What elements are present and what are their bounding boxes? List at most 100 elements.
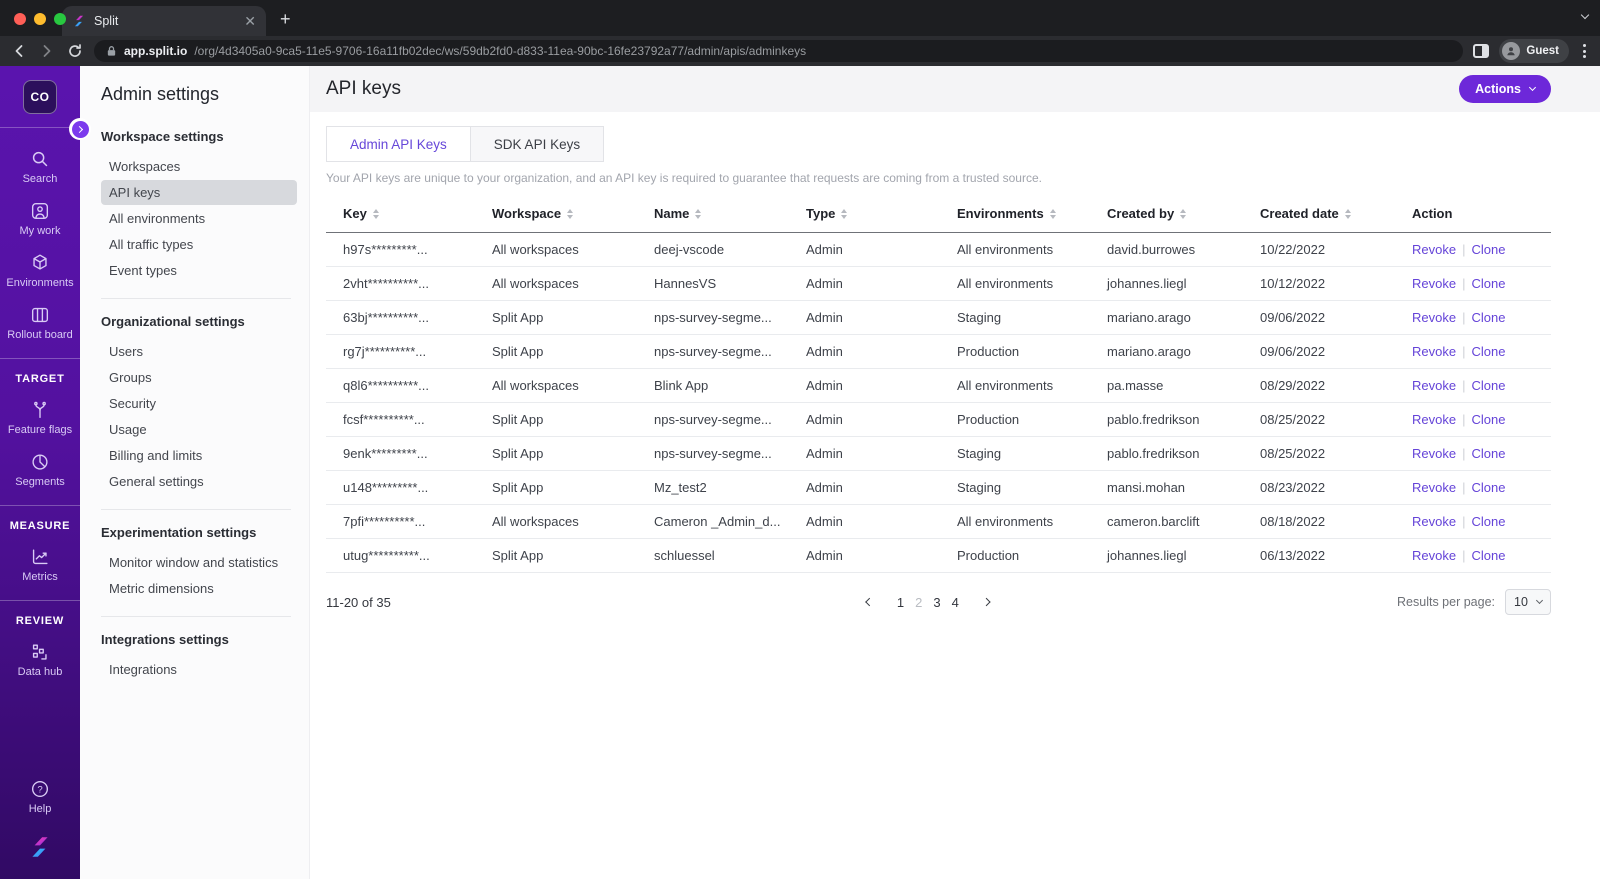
sort-icon[interactable] <box>695 208 702 219</box>
cell-key: fcsf**********... <box>343 412 425 427</box>
sidebar-item-all-environments[interactable]: All environments <box>101 206 297 231</box>
column-header-workspace[interactable]: Workspace <box>475 200 637 232</box>
cell-type: Admin <box>806 344 843 359</box>
search-icon <box>29 148 51 170</box>
sidebar-item-data-hub[interactable]: Data hub <box>18 641 62 678</box>
tab-sdk-api-keys[interactable]: SDK API Keys <box>469 126 605 162</box>
new-tab-button[interactable]: + <box>280 9 291 30</box>
results-per-page-select[interactable]: 10 <box>1505 589 1551 615</box>
browser-menu-icon[interactable] <box>1579 44 1590 58</box>
sidebar-item-segments[interactable]: Segments <box>15 451 65 488</box>
org-logo[interactable]: CO <box>23 80 57 114</box>
sidebar-item-billing-and-limits[interactable]: Billing and limits <box>101 443 297 468</box>
sidebar-item-security[interactable]: Security <box>101 391 297 416</box>
tab-search-chevron-icon[interactable] <box>1580 10 1590 20</box>
sidebar-item-all-traffic-types[interactable]: All traffic types <box>101 232 297 257</box>
sort-icon[interactable] <box>567 208 574 219</box>
url-bar[interactable]: app.split.io/org/4d3405a0-9ca5-11e5-9706… <box>94 40 1464 62</box>
column-header-created-date[interactable]: Created date <box>1243 200 1395 232</box>
sort-icon[interactable] <box>1049 208 1056 219</box>
page-4[interactable]: 4 <box>952 595 959 610</box>
table-header-row: Key Workspace Name Type Environments Created … <box>326 200 1551 233</box>
close-window-button[interactable] <box>14 13 26 25</box>
sidebar-item-users[interactable]: Users <box>101 339 297 364</box>
divider <box>0 505 80 506</box>
revoke-link[interactable]: Revoke <box>1412 514 1456 529</box>
sidebar-item-search[interactable]: Search <box>23 148 57 185</box>
column-header-created-by[interactable]: Created by <box>1090 200 1243 232</box>
profile-button[interactable]: Guest <box>1499 39 1569 63</box>
zoom-window-button[interactable] <box>54 13 66 25</box>
tab-close-icon[interactable]: ✕ <box>244 14 256 28</box>
revoke-link[interactable]: Revoke <box>1412 344 1456 359</box>
clone-link[interactable]: Clone <box>1471 242 1505 257</box>
sidebar-item-groups[interactable]: Groups <box>101 365 297 390</box>
column-header-environments[interactable]: Environments <box>940 200 1090 232</box>
sidebar-item-feature-flags[interactable]: Feature flags <box>8 399 72 436</box>
help-icon: ? <box>29 778 51 800</box>
page-2[interactable]: 2 <box>915 595 922 610</box>
revoke-link[interactable]: Revoke <box>1412 310 1456 325</box>
clone-link[interactable]: Clone <box>1471 548 1505 563</box>
cell-created-date: 08/18/2022 <box>1260 514 1326 529</box>
clone-link[interactable]: Clone <box>1471 480 1505 495</box>
sidebar-item-workspaces[interactable]: Workspaces <box>101 154 297 179</box>
sidebar-item-usage[interactable]: Usage <box>101 417 297 442</box>
next-page-icon[interactable] <box>970 597 1004 607</box>
clone-link[interactable]: Clone <box>1471 446 1505 461</box>
sidebar-item-api-keys[interactable]: API keys <box>101 180 297 205</box>
revoke-link[interactable]: Revoke <box>1412 412 1456 427</box>
revoke-link[interactable]: Revoke <box>1412 548 1456 563</box>
sidebar-item-metric-dimensions[interactable]: Metric dimensions <box>101 576 297 601</box>
revoke-link[interactable]: Revoke <box>1412 242 1456 257</box>
sidebar-item-general-settings[interactable]: General settings <box>101 469 297 494</box>
clone-link[interactable]: Clone <box>1471 276 1505 291</box>
column-header-key[interactable]: Key <box>326 200 475 232</box>
sidebar-item-environments[interactable]: Environments <box>6 252 74 289</box>
sort-icon[interactable] <box>372 208 379 219</box>
minimize-window-button[interactable] <box>34 13 46 25</box>
page-1[interactable]: 1 <box>897 595 904 610</box>
browser-toolbar: app.split.io/org/4d3405a0-9ca5-11e5-9706… <box>0 36 1600 66</box>
sidebar-expand-button[interactable] <box>69 118 91 140</box>
side-panel-icon[interactable] <box>1473 44 1490 58</box>
clone-link[interactable]: Clone <box>1471 378 1505 393</box>
sort-icon[interactable] <box>1344 208 1351 219</box>
sidebar-item-my-work[interactable]: My work <box>19 200 61 237</box>
tab-admin-api-keys[interactable]: Admin API Keys <box>326 126 471 162</box>
previous-page-icon[interactable] <box>852 597 886 607</box>
clone-link[interactable]: Clone <box>1471 514 1505 529</box>
actions-button[interactable]: Actions <box>1459 75 1551 103</box>
clone-link[interactable]: Clone <box>1471 344 1505 359</box>
clone-link[interactable]: Clone <box>1471 310 1505 325</box>
sidebar-item-metrics[interactable]: Metrics <box>22 546 58 583</box>
browser-tab[interactable]: Split ✕ <box>62 6 266 36</box>
column-header-name[interactable]: Name <box>637 200 789 232</box>
reload-icon[interactable] <box>66 42 84 60</box>
sidebar-item-event-types[interactable]: Event types <box>101 258 297 283</box>
sidebar-item-monitor-window-and-statistics[interactable]: Monitor window and statistics <box>101 550 297 575</box>
revoke-link[interactable]: Revoke <box>1412 378 1456 393</box>
column-header-type[interactable]: Type <box>789 200 940 232</box>
sidebar-item-integrations[interactable]: Integrations <box>101 657 297 682</box>
page-3[interactable]: 3 <box>933 595 940 610</box>
sidebar-item-rollout-board[interactable]: Rollout board <box>7 304 73 341</box>
sort-icon[interactable] <box>1180 208 1187 219</box>
window-controls[interactable] <box>14 13 66 25</box>
cell-action: Revoke | Clone <box>1395 335 1551 368</box>
cell-workspace: Split App <box>492 548 544 563</box>
sidebar-item-label: My work <box>19 225 61 237</box>
sidebar-item-help[interactable]: ? Help <box>29 778 51 815</box>
segments-icon <box>29 451 51 473</box>
clone-link[interactable]: Clone <box>1471 412 1505 427</box>
table-row: u148*********... Split App Mz_test2 Admin St… <box>326 471 1551 505</box>
back-icon[interactable] <box>10 42 28 60</box>
browser-chrome: Split ✕ + app.split.io/org/4d3405a0-9ca5… <box>0 0 1600 66</box>
sort-icon[interactable] <box>841 208 848 219</box>
divider: | <box>1462 446 1466 461</box>
revoke-link[interactable]: Revoke <box>1412 276 1456 291</box>
revoke-link[interactable]: Revoke <box>1412 446 1456 461</box>
revoke-link[interactable]: Revoke <box>1412 480 1456 495</box>
rail-section-review: REVIEW <box>15 615 65 627</box>
forward-icon[interactable] <box>38 42 56 60</box>
